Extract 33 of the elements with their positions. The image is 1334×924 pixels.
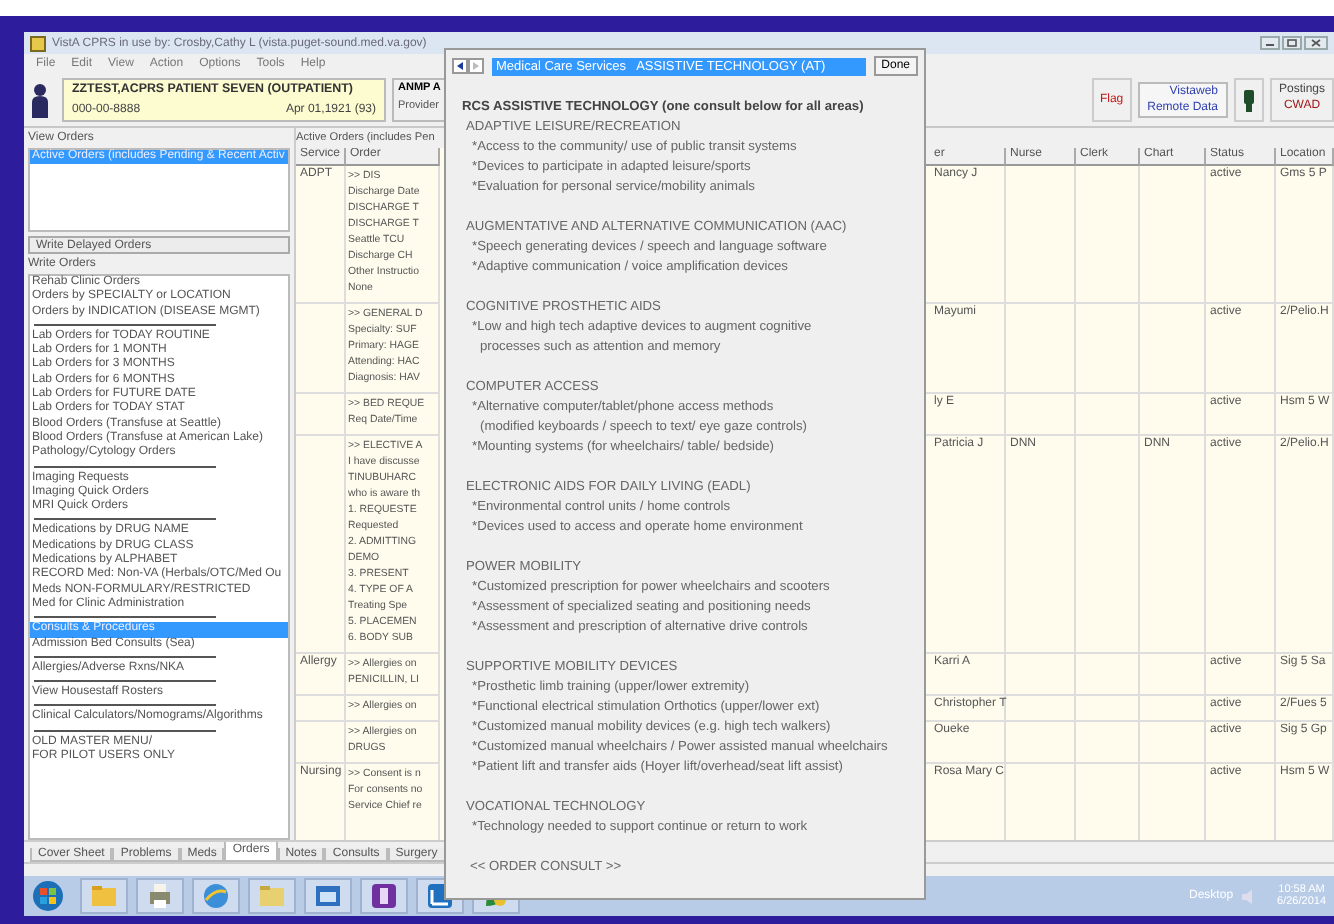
table-cell [1140,696,1206,722]
person-icon [30,82,50,118]
speaker-icon [1241,889,1254,903]
table-cell [1140,304,1206,394]
app-icon [30,35,46,51]
table-cell [1006,304,1076,394]
table-cell [1076,166,1140,304]
table-cell [1140,722,1206,764]
table-cell [1006,654,1076,696]
document-app-icon [370,882,398,910]
table-cell [1006,696,1076,722]
table-cell [1140,654,1206,696]
table-cell [296,304,346,394]
folder-icon [90,882,118,910]
table-cell [296,696,346,722]
globe-icon [202,882,230,910]
table-cell [1076,654,1140,696]
table-cell [1140,394,1206,436]
folder-icon [258,882,286,910]
table-cell [1006,166,1076,304]
table-cell [296,722,346,764]
table-cell [1076,304,1140,394]
table-cell [1140,166,1206,304]
navigation-arrows-icon [452,58,484,74]
table-cell [1076,394,1140,436]
table-cell [1006,394,1076,436]
table-cell [1006,722,1076,764]
table-cell [1076,696,1140,722]
printer-icon [146,882,174,910]
lamp-icon [1242,89,1256,111]
table-cell [1076,722,1140,764]
table-cell [296,394,346,436]
start-icon [32,880,64,912]
